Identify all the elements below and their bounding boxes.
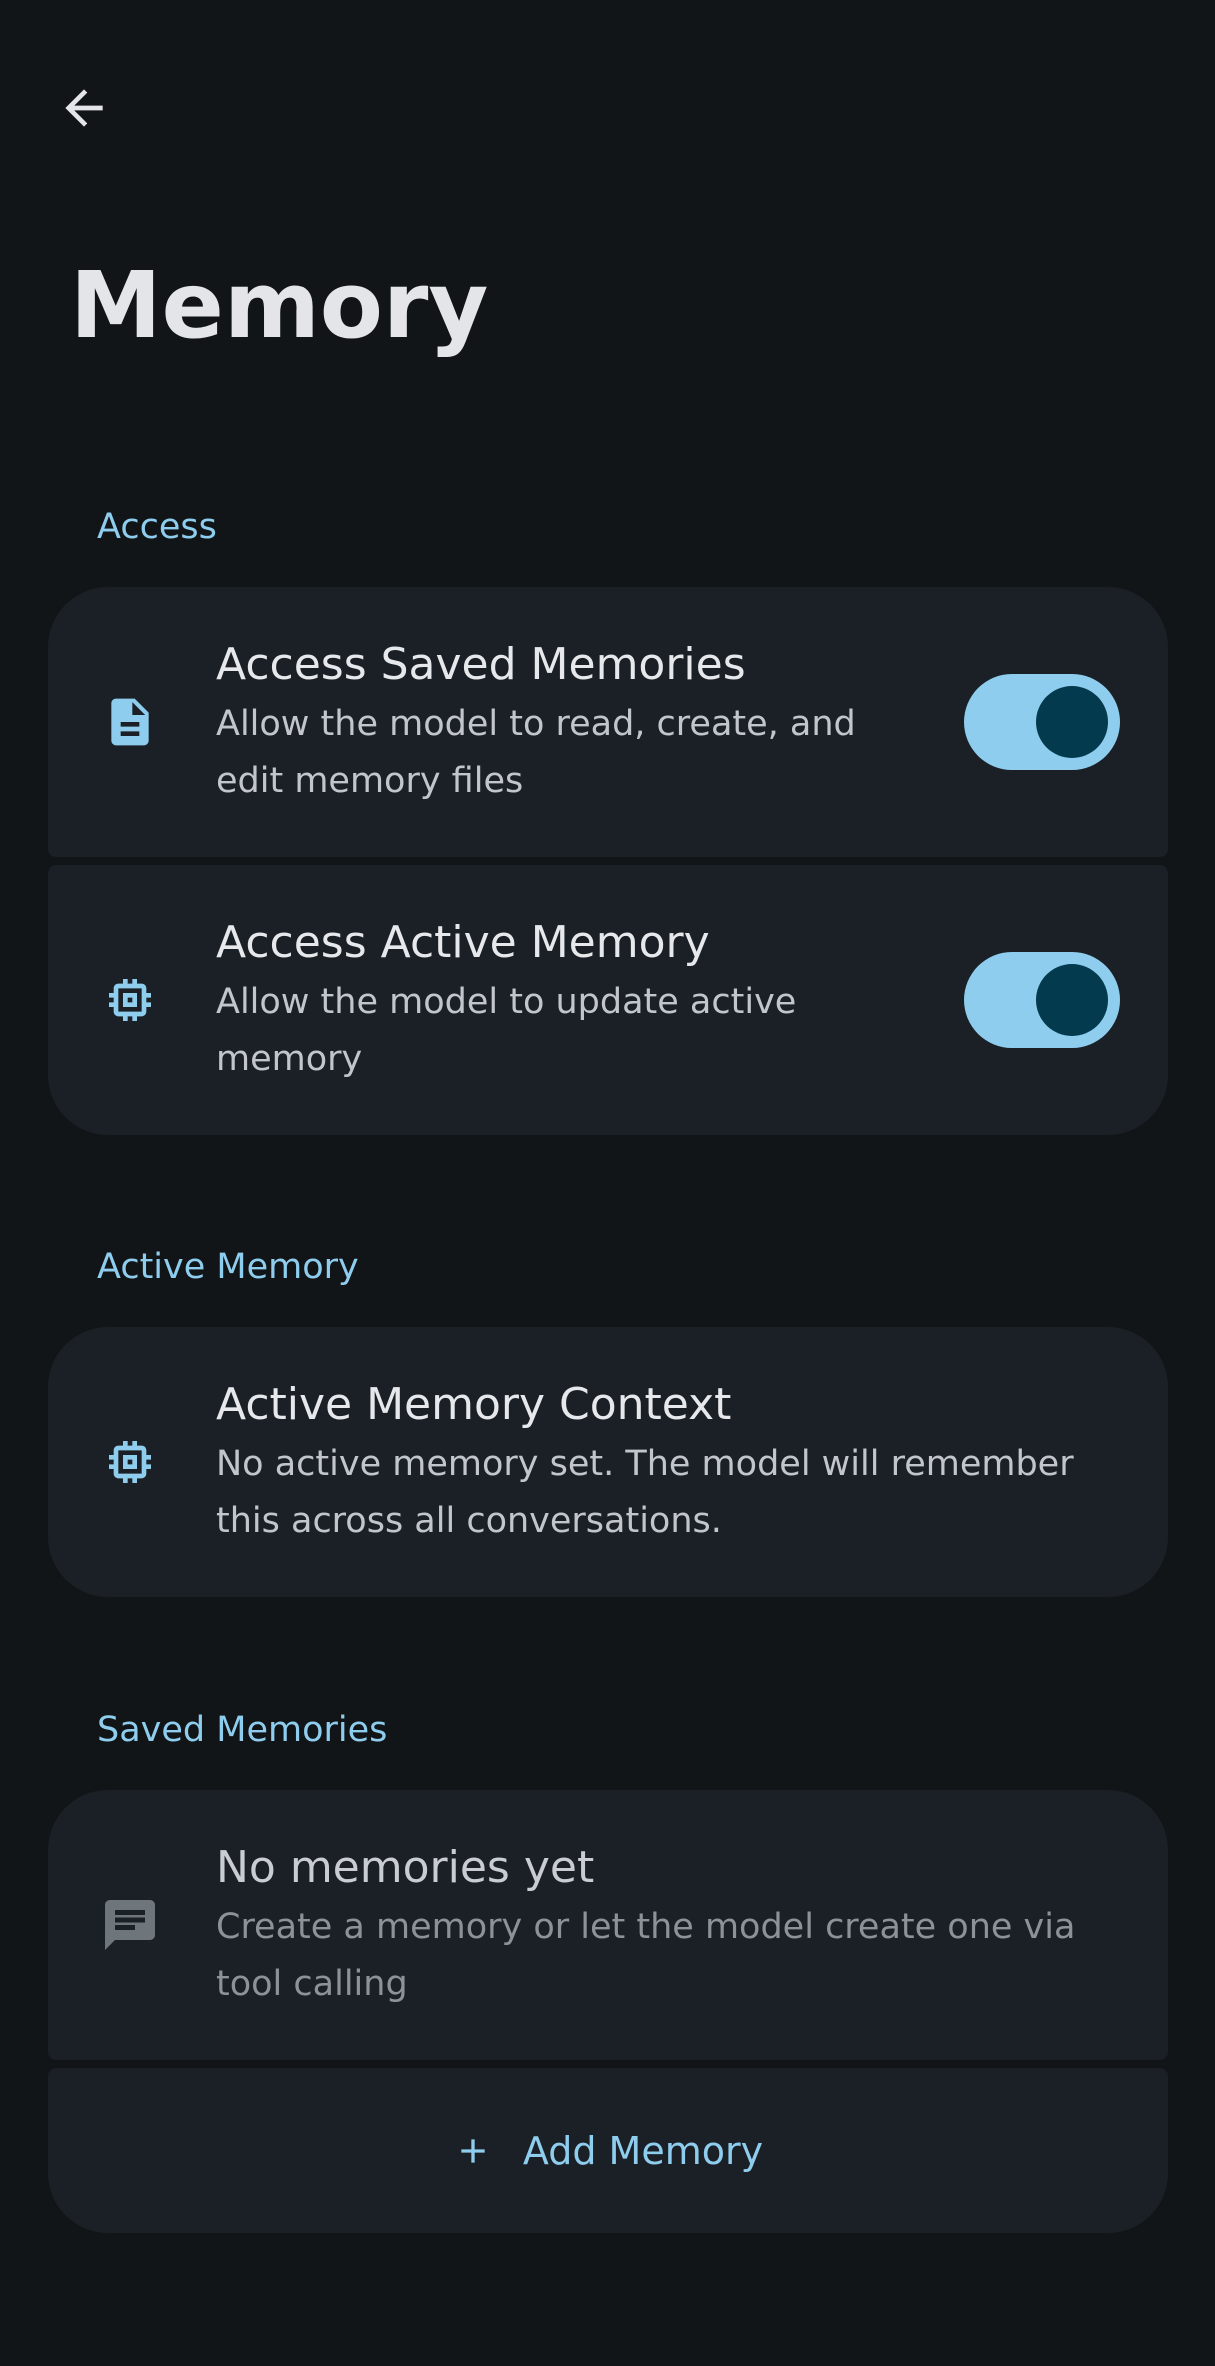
page-title: Memory	[70, 252, 489, 359]
section-header-saved-memories: Saved Memories	[97, 1710, 388, 1750]
access-active-memory-toggle[interactable]	[964, 952, 1120, 1048]
plus-icon	[461, 2138, 485, 2163]
access-saved-memories-description: Allow the model to read, create, and edi…	[216, 703, 856, 801]
add-memory-label: Add Memory	[522, 2128, 764, 2173]
chip-icon	[100, 1432, 160, 1492]
message-icon	[100, 1895, 160, 1955]
document-icon	[100, 692, 160, 752]
active-memory-context-row[interactable]: Active Memory Context No active memory s…	[48, 1327, 1168, 1597]
toggle-knob	[1036, 686, 1108, 758]
access-active-memory-description: Allow the model to update active memory	[216, 981, 797, 1079]
no-memories-description: Create a memory or let the model create …	[216, 1906, 1076, 2004]
section-header-access: Access	[97, 507, 217, 547]
toggle-knob	[1036, 964, 1108, 1036]
access-saved-memories-title: Access Saved Memories	[216, 639, 746, 690]
access-active-memory-row[interactable]: Access Active Memory Allow the model to …	[48, 865, 1168, 1135]
back-button[interactable]	[48, 72, 120, 144]
access-active-memory-title: Access Active Memory	[216, 917, 710, 968]
chip-icon	[100, 970, 160, 1030]
no-memories-placeholder: No memories yet Create a memory or let t…	[48, 1790, 1168, 2060]
add-memory-button[interactable]: Add Memory	[48, 2068, 1168, 2233]
access-saved-memories-toggle[interactable]	[964, 674, 1120, 770]
no-memories-title: No memories yet	[216, 1842, 595, 1893]
arrow-back-icon	[65, 89, 103, 127]
active-memory-context-title: Active Memory Context	[216, 1379, 732, 1430]
active-memory-context-description: No active memory set. The model will rem…	[216, 1443, 1074, 1541]
access-saved-memories-row[interactable]: Access Saved Memories Allow the model to…	[48, 587, 1168, 857]
section-header-active-memory: Active Memory	[97, 1247, 359, 1287]
